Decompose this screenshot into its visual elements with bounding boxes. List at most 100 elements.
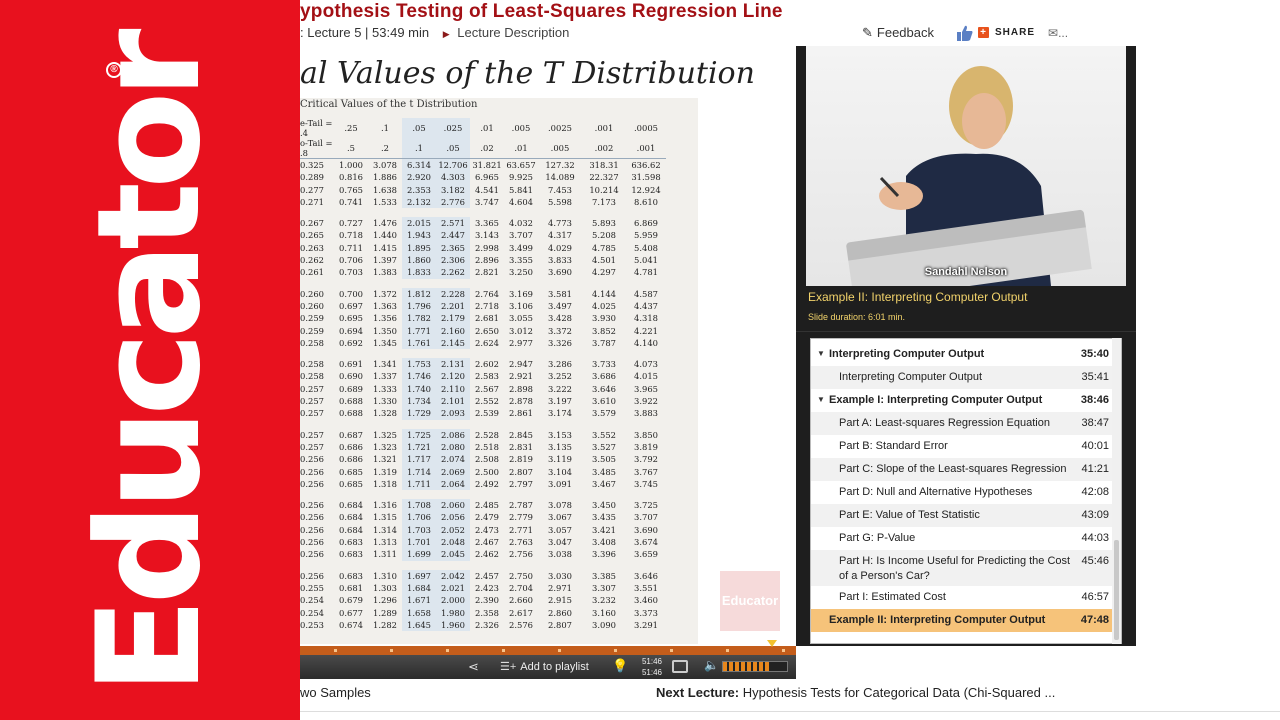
table-cell: 2.650 (475, 325, 499, 336)
table-cell: 2.000 (441, 595, 465, 606)
video-progress-bar[interactable] (300, 640, 796, 655)
chapter-marker[interactable] (726, 649, 729, 652)
table-row: 0.267 0.727 1.476 2.015 2.571 3.365 4.032 4.773… (300, 217, 666, 229)
table-cell: 3.252 (548, 371, 572, 382)
table-row: 0.260 0.700 1.372 1.812 2.228 2.764 3.169 3.581… (300, 288, 666, 300)
table-cell: 63.657 (506, 160, 536, 170)
table-cell: 1.363 (373, 300, 397, 311)
table-cell: 1.533 (373, 196, 397, 207)
table-cell: 2.819 (509, 454, 533, 465)
share-icon[interactable]: ⋖ (468, 659, 484, 675)
chapter-marker[interactable] (502, 649, 505, 652)
educator-brand-panel: Educator ® (0, 0, 300, 720)
table-cell: 2.074 (441, 454, 465, 465)
chapter-marker[interactable] (390, 649, 393, 652)
table-cell: 0.692 (339, 337, 363, 348)
outline-item-time: 45:46 (1081, 555, 1109, 567)
table-cell: 1.796 (407, 300, 431, 311)
table-cell: 9.925 (509, 172, 533, 183)
outline-item[interactable]: Part I: Estimated Cost 46:57 (811, 586, 1113, 609)
chapter-marker[interactable] (334, 649, 337, 652)
instructor-video[interactable]: Sandahl Nelson (806, 46, 1126, 286)
chapter-marker[interactable] (614, 649, 617, 652)
table-cell: 3.552 (592, 429, 616, 440)
panel-divider (796, 331, 1136, 332)
outline-item[interactable]: Part D: Null and Alternative Hypotheses 4… (811, 481, 1113, 504)
collapse-triangle-icon[interactable]: ▼ (817, 347, 825, 361)
outline-section[interactable]: ▼ Example I: Interpreting Computer Output… (811, 389, 1113, 412)
chapter-marker[interactable] (782, 649, 785, 652)
table-cell: 5.041 (634, 255, 658, 266)
table-cell: 4.073 (634, 359, 658, 370)
fullscreen-icon[interactable] (672, 660, 688, 673)
table-header-cell: .0005 (634, 123, 658, 133)
table-cell: 1.333 (373, 383, 397, 394)
table-cell: 4.303 (441, 172, 465, 183)
table-cell: 0.259 (300, 325, 324, 336)
next-lecture-link[interactable]: Next Lecture: Hypothesis Tests for Categ… (656, 684, 1055, 702)
table-cell: 1.699 (407, 549, 431, 560)
table-cell: 2.583 (475, 371, 499, 382)
facebook-like-icon[interactable] (956, 24, 974, 42)
add-to-playlist-button[interactable]: ☰+ Add to playlist (500, 655, 589, 679)
previous-lecture-link[interactable]: wo Samples (300, 684, 371, 702)
table-cell: 3.551 (634, 582, 658, 593)
outline-section[interactable]: Example II: Interpreting Computer Output… (811, 609, 1113, 632)
table-cell: 2.467 (475, 537, 499, 548)
table-cell: 0.727 (339, 218, 363, 229)
table-header-cell: .2 (368, 138, 402, 159)
volume-slider[interactable] (722, 661, 788, 672)
table-cell: 0.256 (300, 466, 324, 477)
lecture-description-link[interactable]: Lecture Description (457, 25, 569, 40)
table-cell: 4.025 (592, 300, 616, 311)
table-cell: 3.467 (592, 478, 616, 489)
table-cell: 2.064 (441, 478, 465, 489)
table-cell: 0.694 (339, 325, 363, 336)
lightbulb-icon[interactable]: 💡 (612, 658, 628, 674)
table-cell: 1.372 (373, 288, 397, 299)
time-display: 51:46 51:46 (636, 656, 662, 678)
table-cell: 4.032 (509, 218, 533, 229)
share-button[interactable]: + SHARE (978, 26, 1035, 40)
table-cell: 1.383 (373, 267, 397, 278)
chapter-marker[interactable] (558, 649, 561, 652)
collapse-triangle-icon[interactable]: ▼ (817, 393, 825, 407)
chapter-marker[interactable] (446, 649, 449, 652)
table-cell: 3.579 (592, 408, 616, 419)
table-row: 0.263 0.711 1.415 1.895 2.365 2.998 3.499 4.029… (300, 242, 666, 254)
table-cell: 3.408 (592, 537, 616, 548)
table-cell: 2.093 (441, 408, 465, 419)
t-distribution-table: e-Tail = .4.25.1.05.025.01.005.0025.001.… (300, 118, 666, 632)
table-cell: 3.787 (592, 337, 616, 348)
email-icon[interactable]: ✉... (1048, 26, 1068, 40)
table-cell: 2.807 (548, 619, 572, 630)
table-cell: 1.345 (373, 337, 397, 348)
table-cell: 2.915 (548, 595, 572, 606)
outline-section[interactable]: ▼ Interpreting Computer Output 35:40 (811, 343, 1113, 366)
outline-item[interactable]: Part C: Slope of the Least-squares Regre… (811, 458, 1113, 481)
outline-scrollbar-thumb[interactable] (1114, 540, 1119, 640)
outline-item[interactable]: Part H: Is Income Useful for Predicting … (811, 550, 1113, 586)
outline-item[interactable]: Interpreting Computer Output 35:41 (811, 366, 1113, 389)
table-group-gap (300, 420, 666, 429)
outline-item-label: Example I: Interpreting Computer Output (829, 394, 1043, 406)
table-cell: 0.271 (300, 196, 324, 207)
table-cell: 31.598 (631, 172, 661, 183)
outline-item-label: Part E: Value of Test Statistic (839, 509, 980, 521)
feedback-link[interactable]: ✎ Feedback (862, 24, 934, 42)
outline-item[interactable]: Part E: Value of Test Statistic 43:09 (811, 504, 1113, 527)
volume-icon[interactable]: 🔈 (704, 658, 719, 672)
table-cell: 2.080 (441, 441, 465, 452)
chapter-marker[interactable] (670, 649, 673, 652)
outline-item[interactable]: Part A: Least-squares Regression Equatio… (811, 412, 1113, 435)
playhead-marker[interactable] (767, 640, 777, 647)
table-cell: 4.144 (592, 288, 616, 299)
outline-item[interactable]: Part G: P-Value 44:03 (811, 527, 1113, 550)
table-cell: 2.860 (548, 607, 572, 618)
table-row: 0.254 0.677 1.289 1.658 1.980 2.358 2.617 2.860… (300, 607, 666, 619)
table-cell: 1.771 (407, 325, 431, 336)
table-cell: 3.174 (548, 408, 572, 419)
table-cell: 0.261 (300, 267, 324, 278)
table-cell: 3.119 (548, 454, 572, 465)
outline-item[interactable]: Part B: Standard Error 40:01 (811, 435, 1113, 458)
